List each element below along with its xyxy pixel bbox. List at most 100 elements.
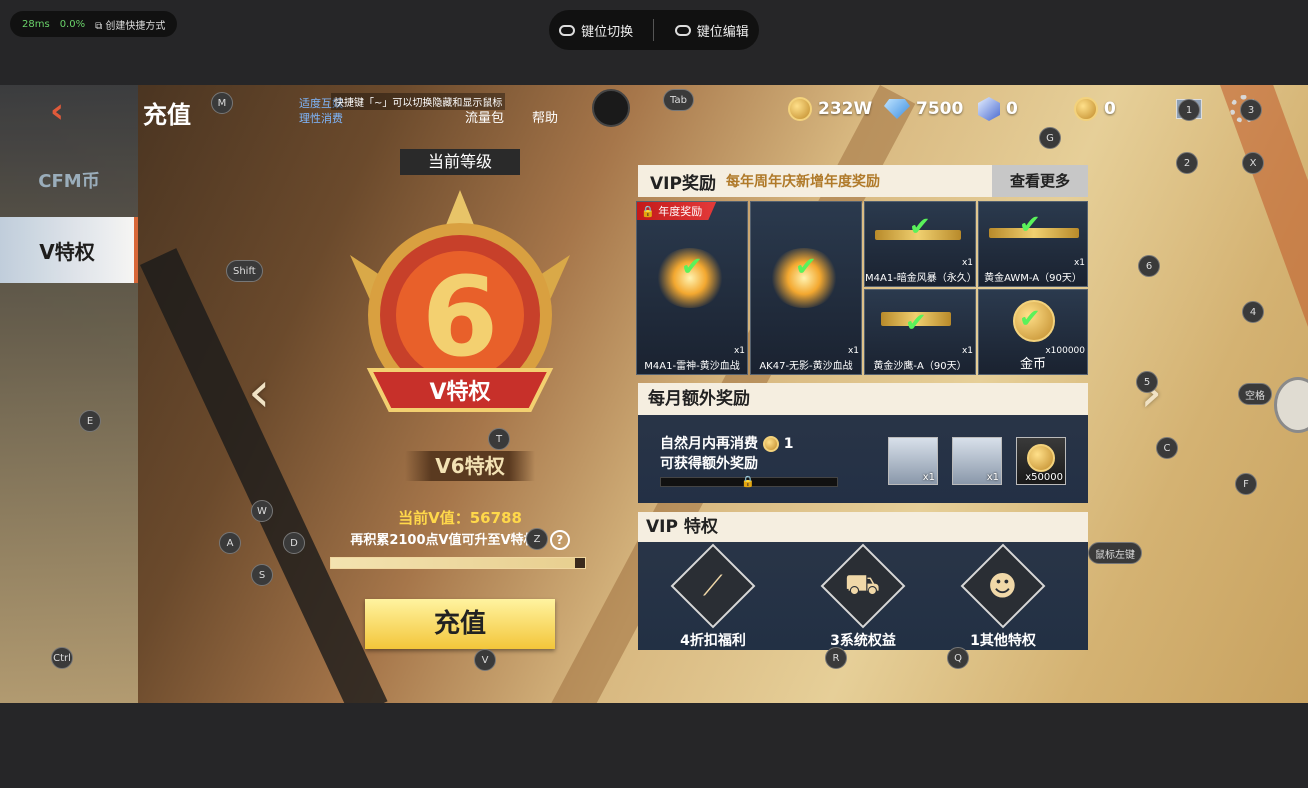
game-viewport: CFM币 V特权 ‹ 充值 适度互娱 理性消费 快捷键「~」可以切换隐藏和显示鼠标… [0, 85, 1308, 703]
divider [653, 19, 655, 41]
create-shortcut-button[interactable]: ⧉ 创建快捷方式 [95, 17, 165, 32]
privilege-item[interactable]: ☻ 1其他特权 [948, 543, 1058, 650]
reward-qty: x1 [847, 346, 859, 356]
traffic-button[interactable]: 流量包 [465, 107, 504, 126]
reward-item[interactable]: ✔ x1 黄金沙鹰-A（90天） [864, 289, 976, 375]
reward-item[interactable]: 🔒 年度奖励 ✔ x1 M4A1-雷神-黄沙血战 [636, 201, 748, 375]
monthly-item[interactable]: x1 [888, 437, 938, 485]
key-badge[interactable]: 鼠标左键 [1088, 542, 1142, 564]
key-badge[interactable]: M [211, 92, 233, 114]
see-more-button[interactable]: 查看更多 [992, 165, 1088, 197]
key-badge[interactable]: E [79, 410, 101, 432]
key-badge[interactable]: 2 [1176, 152, 1198, 174]
coin-icon [788, 97, 812, 121]
key-badge[interactable]: 6 [1138, 255, 1160, 277]
reward-qty: x1 [961, 258, 973, 268]
latency-text: 28ms [22, 18, 50, 30]
privilege-item[interactable]: ⟋ 4折扣福利 [658, 543, 768, 650]
level-section: 当前等级 6 V特权 V6特权 当前V值：56788 再积累2100点V值可升至… [300, 145, 620, 665]
page-title: 充值 [143, 101, 191, 129]
emblem-ribbon-text: V特权 [429, 379, 491, 405]
vip-panel: VIP奖励 每年周年庆新增年度奖励 查看更多 🔒 年度奖励 ✔ x1 M4A1-… [636, 165, 1088, 650]
key-badge[interactable]: A [219, 532, 241, 554]
recharge-button[interactable]: 充值 [365, 599, 555, 649]
key-badge[interactable]: Ctrl [51, 647, 73, 669]
create-shortcut-label: 创建快捷方式 [105, 20, 166, 32]
monthly-line1: 自然月内再消费 1 [660, 433, 794, 453]
vip-rewards-subtitle: 每年周年庆新增年度奖励 [725, 174, 880, 190]
key-badge[interactable]: F [1235, 473, 1257, 495]
question-icon[interactable]: ? [549, 530, 570, 550]
key-badge[interactable]: 空格 [1238, 383, 1272, 405]
vip-rewards-title: VIP奖励 [650, 173, 716, 194]
gamepad-icon [674, 24, 691, 36]
key-badge[interactable]: V [474, 649, 496, 671]
joystick-icon[interactable] [1274, 377, 1308, 433]
current-vvalue: 当前V值：56788 [398, 509, 522, 527]
nav-item-vip[interactable]: V特权 [0, 217, 138, 283]
monthly-line1-text: 自然月内再消费 [660, 436, 758, 452]
resource-coin[interactable]: 232W [788, 95, 872, 123]
key-badge[interactable]: G [1039, 127, 1061, 149]
help-button[interactable]: 帮助 [532, 107, 558, 126]
key-badge[interactable]: Q [947, 647, 969, 669]
key-badge[interactable]: C [1156, 437, 1178, 459]
back-chevron-icon[interactable]: ‹ [50, 94, 80, 128]
vvalue-progress [330, 557, 586, 569]
vip-emblem-icon: 6 V特权 [350, 190, 570, 412]
key-edit-button[interactable]: 键位编辑 [674, 21, 749, 40]
rifle-icon: ⟋ [670, 543, 756, 629]
resource-value: 7500 [916, 99, 964, 119]
monthly-progress: 🔒 [660, 475, 838, 488]
key-badge[interactable]: 5 [1136, 371, 1158, 393]
overlay-bottombar [0, 703, 1308, 788]
reward-item[interactable]: ✔ x1 M4A1-暗金风暴（永久） [864, 201, 976, 287]
key-badge[interactable]: Tab [663, 89, 694, 111]
tip-line: 理性消费 [299, 112, 343, 125]
key-badge[interactable]: W [251, 500, 273, 522]
monthly-title: 每月额外奖励 [638, 383, 1088, 415]
loss-text: 0.0% [59, 18, 86, 30]
key-badge[interactable]: 3 [1240, 99, 1262, 121]
resource-value: 0 [1104, 99, 1116, 119]
resource-diamond[interactable]: 7500 [884, 95, 963, 123]
resource-value: 0 [1006, 99, 1018, 119]
monthly-item[interactable]: x1 [952, 437, 1002, 485]
resource-medal[interactable]: 0 [1074, 95, 1116, 123]
reward-item[interactable]: ✔ x1 黄金AWM-A（90天） [978, 201, 1088, 287]
lock-icon: 🔒 [741, 475, 755, 488]
avatar[interactable] [592, 89, 630, 127]
privilege-item[interactable]: ⛟ 3系统权益 [808, 543, 918, 650]
current-level-label: 当前等级 [400, 149, 520, 175]
monthly-rewards: 每月额外奖励 自然月内再消费 1 可获得额外奖励 🔒 x1 x1 x50000 [638, 383, 1088, 503]
vip-rewards-header: VIP奖励 每年周年庆新增年度奖励 查看更多 [638, 165, 1088, 197]
overlay-topbar: 28ms 0.0% ⧉ 创建快捷方式 键位切换 键位编辑 [0, 0, 1308, 85]
nav-item-cfm[interactable]: CFM币 [0, 155, 138, 205]
check-icon: ✔ [909, 212, 931, 242]
vvalue-need: 再积累2100点V值可升至V特权7? [300, 529, 620, 550]
privilege-label: 3系统权益 [830, 633, 896, 649]
key-badge[interactable]: R [825, 647, 847, 669]
key-badge[interactable]: X [1242, 152, 1264, 174]
monthly-item[interactable]: x50000 [1016, 437, 1066, 485]
key-badge[interactable]: Shift [226, 260, 263, 282]
key-badge[interactable]: Z [526, 528, 548, 550]
reward-item[interactable]: ✔ x1 AK47-无影-黄沙血战 [750, 201, 862, 375]
resource-token[interactable]: 0 [978, 95, 1018, 123]
key-badge[interactable]: D [283, 532, 305, 554]
reward-item[interactable]: ✔ x100000 金币 [978, 289, 1088, 375]
gold-coin-icon [1027, 444, 1055, 472]
reward-name: 金币 [1019, 357, 1046, 372]
monthly-line2: 可获得额外奖励 [660, 456, 758, 472]
key-switch-button[interactable]: 键位切换 [559, 21, 633, 40]
vip-privileges: VIP 特权 ⟋ 4折扣福利 ⛟ 3系统权益 ☻ 1其他特权 [638, 512, 1088, 650]
reward-name: 黄金AWM-A（90天） [984, 273, 1082, 284]
reward-name: M4A1-暗金风暴（永久） [865, 273, 976, 284]
hex-token-icon [978, 97, 1000, 121]
key-badge[interactable]: S [251, 564, 273, 586]
prev-arrow-icon[interactable]: ‹ [248, 363, 278, 423]
check-icon: ✔ [905, 308, 927, 338]
key-badge[interactable]: 4 [1242, 301, 1264, 323]
key-badge[interactable]: 1 [1178, 99, 1200, 121]
key-badge[interactable]: T [488, 428, 510, 450]
